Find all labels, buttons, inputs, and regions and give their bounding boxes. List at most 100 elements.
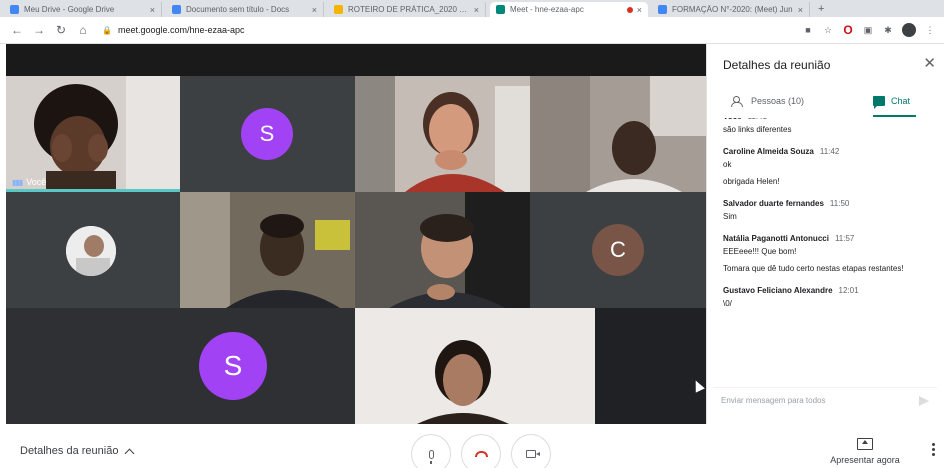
- participant-tile-p4[interactable]: [530, 76, 706, 192]
- browser-menu-icon[interactable]: ⋮: [924, 24, 936, 36]
- tab-favicon-icon: [172, 5, 181, 14]
- meeting-top-bar: [6, 44, 706, 76]
- address-bar[interactable]: 🔒 meet.google.com/hne-ezaa-apc: [96, 20, 792, 40]
- tab-close-icon[interactable]: ×: [798, 5, 803, 15]
- participant-tile-p10[interactable]: [355, 308, 595, 424]
- participant-video: [355, 192, 530, 308]
- chat-sender: Gustavo Feliciano Alexandre: [723, 286, 833, 295]
- tab-favicon-icon: [334, 5, 343, 14]
- bookmark-star-icon[interactable]: ☆: [822, 24, 834, 36]
- participant-video: [355, 308, 595, 424]
- people-icon: [731, 96, 745, 107]
- tab-favicon-icon: [10, 5, 19, 14]
- audio-level-icon: ▮▮▮: [12, 177, 23, 187]
- url-text[interactable]: meet.google.com/hne-ezaa-apc: [118, 25, 245, 35]
- chat-message: Natália Paganotti Antonucci 11:57 EEEeee!!…: [723, 234, 937, 274]
- participant-tile-p5[interactable]: [6, 192, 180, 308]
- chat-message-text: EEEeee!!! Que bom!: [723, 247, 797, 256]
- chat-message-list: Você 11:41 são links diferentes Caroline Al…: [723, 118, 937, 376]
- participant-tile-s1[interactable]: S: [180, 76, 355, 192]
- participant-tile-p7[interactable]: [355, 192, 530, 308]
- tab-label: ROTEIRO DE PRÁTICA_2020 - Ap: [348, 5, 470, 14]
- participant-name-tag: ▮▮▮ Você: [12, 177, 46, 187]
- chat-message-header: Gustavo Feliciano Alexandre 12:01: [723, 286, 937, 295]
- browser-tabstrip: Meu Drive - Google Drive × Documento sem t…: [0, 0, 944, 17]
- more-options-icon[interactable]: [932, 448, 935, 451]
- chat-timestamp: 11:41: [748, 118, 767, 121]
- profile-avatar[interactable]: [902, 23, 916, 37]
- chat-message-header: Você 11:41: [723, 118, 937, 121]
- present-now-button[interactable]: Apresentar agora: [822, 438, 908, 465]
- extension-bar: ■ ☆ O ▣ ✱ ⋮: [802, 23, 936, 37]
- tab-close-icon[interactable]: ×: [637, 5, 642, 15]
- chat-timestamp: 11:57: [834, 234, 855, 243]
- participant-tile-voce[interactable]: ▮▮▮ Você: [6, 76, 180, 192]
- microphone-icon: [428, 449, 434, 464]
- panel-title: Detalhes da reunião: [723, 58, 831, 72]
- participant-tile-c1[interactable]: C: [530, 192, 706, 308]
- participant-tile-p3[interactable]: [355, 76, 530, 192]
- meeting-details-panel: Detalhes da reunião ✕ Pessoas (10) Chat …: [706, 44, 944, 424]
- extension-icon[interactable]: ▣: [862, 24, 874, 36]
- chat-message: Você 11:41 são links diferentes: [723, 118, 937, 135]
- chevron-up-icon: [125, 448, 135, 458]
- hang-up-icon: [474, 451, 488, 457]
- microphone-button[interactable]: [411, 434, 451, 468]
- meeting-details-label: Detalhes da reunião: [20, 445, 119, 457]
- participant-video: [530, 76, 706, 192]
- chat-message-text: são links diferentes: [723, 125, 792, 134]
- tab-label: Documento sem título - Docs: [186, 5, 290, 14]
- chat-sender: Caroline Almeida Souza: [723, 147, 814, 156]
- browser-toolbar: ← → ↻ ⌂ 🔒 meet.google.com/hne-ezaa-apc ■…: [0, 17, 944, 44]
- tab-people[interactable]: Pessoas (10): [731, 96, 805, 107]
- chat-message: Salvador duarte fernandes 11:50 Sim: [723, 199, 937, 222]
- tab-people-label: Pessoas (10): [751, 96, 805, 106]
- back-icon[interactable]: ←: [8, 21, 26, 39]
- tab-close-icon[interactable]: ×: [150, 5, 155, 15]
- meet-window: Meu Drive - Google Drive × Documento sem t…: [0, 0, 944, 468]
- browser-tab[interactable]: ROTEIRO DE PRÁTICA_2020 - Ap ×: [328, 2, 486, 17]
- meeting-controls-bar: Detalhes da reunião Apresentar agora: [0, 424, 944, 468]
- tab-chat[interactable]: Chat: [873, 96, 911, 109]
- participant-video: [180, 192, 355, 308]
- browser-tab[interactable]: FORMAÇÃO N°-2020: (Meet) Jun ×: [652, 2, 810, 17]
- reload-icon[interactable]: ↻: [52, 21, 70, 39]
- avatar-letter: C: [610, 237, 626, 262]
- tab-favicon-icon: [496, 5, 505, 14]
- photo-avatar-image: [66, 226, 116, 276]
- close-icon[interactable]: ✕: [923, 54, 936, 72]
- hang-up-button[interactable]: [461, 434, 501, 468]
- browser-tab[interactable]: Documento sem título - Docs ×: [166, 2, 324, 17]
- tab-close-icon[interactable]: ×: [312, 5, 317, 15]
- send-icon[interactable]: [919, 395, 929, 406]
- browser-tab[interactable]: Meet - hne-ezaa-apc ×: [490, 2, 648, 17]
- participant-tile-p6[interactable]: [180, 192, 355, 308]
- chat-timestamp: 11:50: [829, 199, 850, 208]
- participant-name: Você: [26, 177, 47, 187]
- puzzle-extension-icon[interactable]: ✱: [882, 24, 894, 36]
- tab-label: Meu Drive - Google Drive: [24, 5, 115, 14]
- camera-indicator-icon[interactable]: ■: [802, 24, 814, 36]
- chat-timestamp: 12:01: [838, 286, 859, 295]
- new-tab-button[interactable]: +: [818, 2, 824, 17]
- present-screen-icon: [857, 438, 873, 450]
- present-now-label: Apresentar agora: [830, 455, 900, 465]
- tab-chat-label: Chat: [891, 96, 911, 106]
- participant-tile-s2[interactable]: S: [6, 308, 355, 424]
- forward-icon[interactable]: →: [30, 21, 48, 39]
- opera-extension-icon[interactable]: O: [842, 23, 854, 37]
- chat-sender: Natália Paganotti Antonucci: [723, 234, 829, 243]
- chat-message: Gustavo Feliciano Alexandre 12:01 \0/: [723, 286, 937, 309]
- tab-favicon-icon: [658, 5, 667, 14]
- browser-tab[interactable]: Meu Drive - Google Drive ×: [4, 2, 162, 17]
- tab-close-icon[interactable]: ×: [474, 5, 479, 15]
- camera-icon: [526, 450, 540, 458]
- chat-icon: [873, 96, 885, 109]
- meeting-details-button[interactable]: Detalhes da reunião: [20, 445, 135, 458]
- home-icon[interactable]: ⌂: [74, 21, 92, 39]
- camera-button[interactable]: [511, 434, 551, 468]
- chat-message-input[interactable]: [721, 396, 919, 405]
- chat-sender: Salvador duarte fernandes: [723, 199, 824, 208]
- chat-message-text: Sim: [723, 212, 737, 221]
- chat-message-text: \0/: [723, 299, 732, 308]
